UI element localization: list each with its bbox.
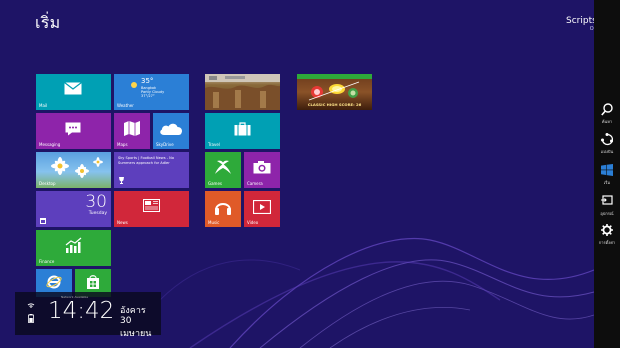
suitcase-icon [234,122,251,136]
game-promo-caption: CLASSIC HIGH SCORE: 26 [307,102,362,107]
charm-label: ค้นหา [601,119,613,124]
windows-logo-icon [601,164,613,176]
charm-label: เริ่ม [603,180,611,185]
clock-day: อังคาร [120,306,146,316]
charm-label: อุปกรณ์ [600,211,614,216]
tile-games[interactable]: Games [205,152,241,188]
page-title: เริ่ม [35,13,61,32]
tile-game-promo[interactable]: CLASSIC HIGH SCORE: 26 [297,74,372,110]
daisy-flowers-image [51,157,103,178]
camera-icon [253,161,271,174]
clock-overlay: Network Available 14:42 อังคาร 30 เมษายน [15,292,161,339]
tile-label: Video [247,220,259,225]
tile-label: News [117,220,128,225]
tile-travel[interactable]: Travel [205,113,280,149]
tile-video[interactable]: Video [244,191,280,227]
fruit-slice-image [308,81,360,101]
tile-weather[interactable]: 35° Bangkok Partly Cloudy 37°/27° Weathe… [114,74,189,110]
weather-range: 37°/27° [141,94,155,98]
tile-label: Maps [117,142,128,147]
chart-up-icon [65,237,82,253]
mail-icon [64,82,82,95]
tile-camera[interactable]: Camera [244,152,280,188]
search-icon [601,103,613,116]
tile-label: SkyDrive [156,142,174,147]
headphones-icon [215,203,231,215]
tile-label: Finance [39,259,55,264]
sun-icon [131,82,137,88]
charm-start[interactable]: เริ่ม [594,161,620,187]
user-account[interactable]: Scripts OS [566,16,597,32]
calendar-day-number: 30 [85,192,107,212]
tile-messaging[interactable]: Messaging [36,113,111,149]
tile-label: Camera [247,181,263,186]
xbox-header-bar [297,74,372,79]
charm-share[interactable]: แบ่งปัน [594,130,620,156]
trophy-icon [119,177,124,184]
xbox-icon [215,160,231,174]
message-icon [65,122,81,136]
charms-bar: ค้นหา แบ่งปัน เริ่ม อุปกรณ์ การตั้งค่า [594,0,620,348]
tile-news[interactable]: News [114,191,189,227]
clock-date: 30 เมษายน [120,316,152,339]
video-play-icon [253,200,271,214]
user-name: Scripts [566,16,597,26]
tile-label: Desktop [39,181,56,186]
charm-settings[interactable]: การตั้งค่า [594,221,620,247]
shopping-bag-icon [87,275,99,289]
charm-label: การตั้งค่า [598,240,616,245]
calendar-day-name: Tuesday [88,211,107,216]
tile-label: Messaging [39,142,61,147]
devices-icon [601,195,613,205]
tile-label: Games [208,181,222,186]
calendar-icon [40,218,46,224]
battery-icon [28,314,34,323]
charm-search[interactable]: ค้นหา [594,100,620,126]
charm-devices[interactable]: อุปกรณ์ [594,192,620,218]
cloud-icon [160,123,183,135]
tile-label: Travel [208,142,220,147]
tile-music[interactable]: Music [205,191,241,227]
newspaper-icon [143,199,160,212]
map-icon [124,121,140,136]
share-icon [601,133,613,146]
gear-icon [601,224,613,236]
tile-label: Mail [39,103,48,108]
tile-sports-news[interactable]: Sky Sports | Football News - No Summers … [114,152,189,188]
charm-label: แบ่งปัน [600,149,614,154]
tile-finance[interactable]: Finance [36,230,111,266]
tile-maps[interactable]: Maps [114,113,150,149]
user-subtitle: OS [566,26,597,32]
tile-desktop[interactable]: Desktop [36,152,111,188]
tile-calendar[interactable]: 30 Tuesday [36,191,111,227]
tile-mail[interactable]: Mail [36,74,111,110]
network-icon [27,303,35,308]
weather-temp: 35° [141,77,154,85]
tile-skydrive[interactable]: SkyDrive [153,113,189,149]
tile-label: Music [208,220,220,225]
clock-time: 14:42 [48,298,115,324]
sports-headline: Sky Sports | Football News - No Summers … [118,156,175,165]
internet-explorer-icon [46,275,62,289]
photo-image [205,74,280,110]
tile-photos[interactable] [205,74,280,110]
tile-label: Weather [117,103,134,108]
